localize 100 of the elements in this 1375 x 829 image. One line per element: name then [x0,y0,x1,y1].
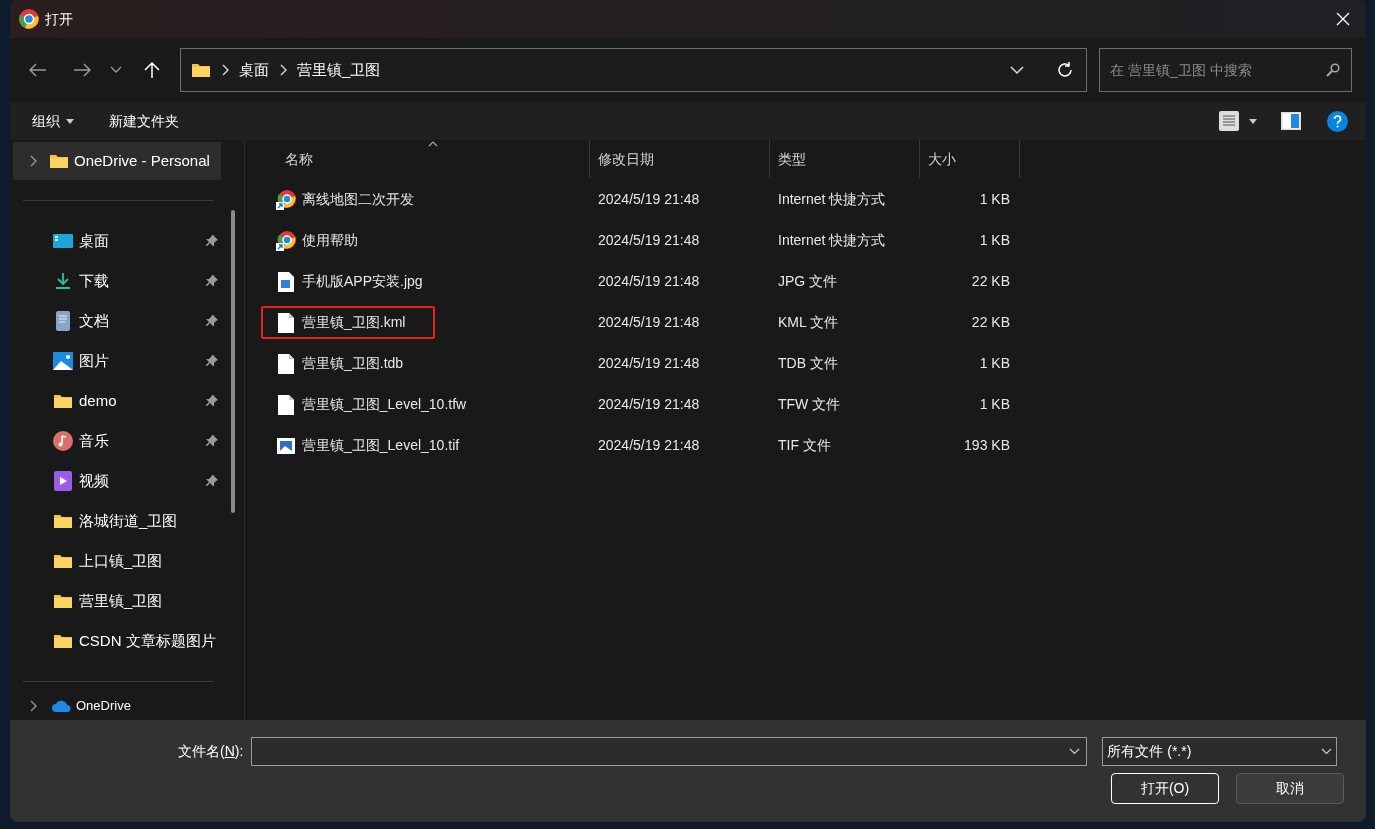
type-cell-text: Internet 快捷方式 [777,190,887,209]
sidebar-item[interactable]: CSDN 文章标题图片 [10,621,244,661]
sidebar-item[interactable]: 桌面 [10,221,244,261]
sidebar-item[interactable]: 图片 [10,341,244,381]
cancel-button[interactable]: 取消 [1236,773,1344,804]
chevron-down-icon[interactable] [1010,65,1024,75]
scrollbar-thumb[interactable] [231,210,235,513]
close-icon [1336,12,1350,26]
up-arrow-icon [144,61,160,79]
size-cell-text: 22 KB [970,313,1011,332]
modified-date-cell-text: 2024/5/19 21:48 [597,313,701,332]
search-icon [1326,63,1340,77]
file-row[interactable]: 离线地图二次开发 2024/5/19 21:48 Internet 快捷方式 1 KB [250,179,1366,220]
modified-date-cell-text: 2024/5/19 21:48 [597,190,701,209]
type-cell-text: TFW 文件 [777,395,842,414]
file-icon [278,394,294,415]
address-bar[interactable]: 桌面 营里镇_卫图 [180,48,1087,92]
download-icon [53,272,73,290]
folder-icon [53,593,73,609]
file-name-cell: 营里镇_卫图.kml [261,306,436,339]
sidebar-item[interactable]: 营里镇_卫图 [10,581,244,621]
file-type-dropdown[interactable]: 所有文件 (*.*) [1102,737,1338,766]
browser-shortcut-icon [276,230,296,251]
music-icon [53,431,73,451]
desktop-icon [53,233,73,249]
modified-date-cell-text: 2024/5/19 21:48 [597,272,701,291]
type-cell-text: JPG 文件 [777,272,839,291]
file-name-cell: 营里镇_卫图.tdb [261,347,434,380]
file-name-field[interactable] [251,737,1088,766]
browser-logo-icon [19,9,39,29]
sidebar-item[interactable]: OneDrive - Personal [13,142,221,180]
modified-date-cell-text: 2024/5/19 21:48 [597,436,701,455]
column-header[interactable]: 大小 [920,140,1020,178]
size-cell-text: 1 KB [978,354,1011,373]
file-row[interactable]: 营里镇_卫图.kml 2024/5/19 21:48 KML 文件 22 KB [250,302,1366,343]
help-icon [1327,110,1348,132]
type-cell-text: Internet 快捷方式 [777,231,887,250]
caret-icon [66,118,74,124]
file-name-cell: 使用帮助 [261,224,388,257]
caret-icon [1249,118,1257,124]
browser-shortcut-icon [276,189,296,210]
open-button[interactable]: 打开(O) [1111,773,1219,804]
file-icon [278,312,294,333]
sidebar-item[interactable]: 文档 [10,301,244,341]
file-row[interactable]: 营里镇_卫图_Level_10.tfw 2024/5/19 21:48 TFW 文件 1 KB [250,384,1366,425]
cloud-icon [51,700,71,712]
folder-icon [53,633,73,649]
preview-pane-button[interactable] [1281,112,1301,130]
document-icon [55,311,71,331]
modified-date-cell-text: 2024/5/19 21:48 [597,231,701,250]
sidebar-item[interactable]: 视频 [10,461,244,501]
organize-menu-button[interactable]: 组织 [32,110,74,132]
breadcrumb-item[interactable]: 桌面 [239,58,269,82]
view-options-button[interactable] [1219,111,1257,131]
file-name-cell: 营里镇_卫图_Level_10.tfw [261,388,497,421]
type-cell-text: KML 文件 [777,313,840,332]
sidebar-item[interactable]: 音乐 [10,421,244,461]
file-row[interactable]: 营里镇_卫图.tdb 2024/5/19 21:48 TDB 文件 1 KB [250,343,1366,384]
chevron-down-icon [110,66,122,74]
sidebar-item[interactable]: 上口镇_卫图 [10,541,244,581]
file-row[interactable]: 使用帮助 2024/5/19 21:48 Internet 快捷方式 1 KB [250,220,1366,261]
file-name-cell: 手机版APP安装.jpg [261,265,453,298]
sidebar-item[interactable]: 下载 [10,261,244,301]
folder-icon [53,513,73,529]
new-folder-button[interactable]: 新建文件夹 [109,110,179,132]
list-view-icon [1219,111,1239,131]
file-name-label: 文件名(N): [178,742,244,761]
size-cell-text: 22 KB [970,272,1011,291]
sidebar-item[interactable]: demo [10,381,244,421]
help-button[interactable] [1327,110,1348,132]
picture-icon [53,352,73,370]
folder-icon [49,153,69,169]
search-field[interactable]: 在 营里镇_卫图 中搜索 [1099,48,1352,92]
window-title: 打开 [45,9,73,29]
chevron-down-icon [1321,748,1333,755]
modified-date-cell-text: 2024/5/19 21:48 [597,395,701,414]
breadcrumb-item[interactable]: 营里镇_卫图 [297,58,381,82]
file-row[interactable]: 营里镇_卫图_Level_10.tif 2024/5/19 21:48 TIF 文件 193 KB [250,425,1366,466]
size-cell-text: 193 KB [963,436,1011,455]
image-file-icon [277,437,295,454]
sidebar-item[interactable]: 洛城街道_卫图 [10,501,244,541]
size-cell-text: 1 KB [978,395,1011,414]
file-row[interactable]: 手机版APP安装.jpg 2024/5/19 21:48 JPG 文件 22 KB [250,261,1366,302]
file-name-cell: 离线地图二次开发 [261,183,444,216]
video-icon [54,471,72,491]
column-header[interactable]: 修改日期 [590,140,770,178]
chevron-right-icon[interactable] [29,700,37,712]
image-file-icon [278,271,294,292]
folder-icon [53,553,73,569]
refresh-icon[interactable] [1056,61,1074,79]
chevron-down-icon [1069,748,1081,755]
sidebar-item[interactable]: OneDrive [10,694,244,718]
forward-arrow-icon [73,63,91,77]
size-cell-text: 1 KB [978,190,1011,209]
file-icon [278,353,294,374]
folder-icon [191,62,211,78]
column-header[interactable]: 名称 [250,140,590,178]
back-arrow-icon [29,63,47,77]
column-header[interactable]: 类型 [770,140,920,178]
type-cell-text: TIF 文件 [777,436,832,455]
